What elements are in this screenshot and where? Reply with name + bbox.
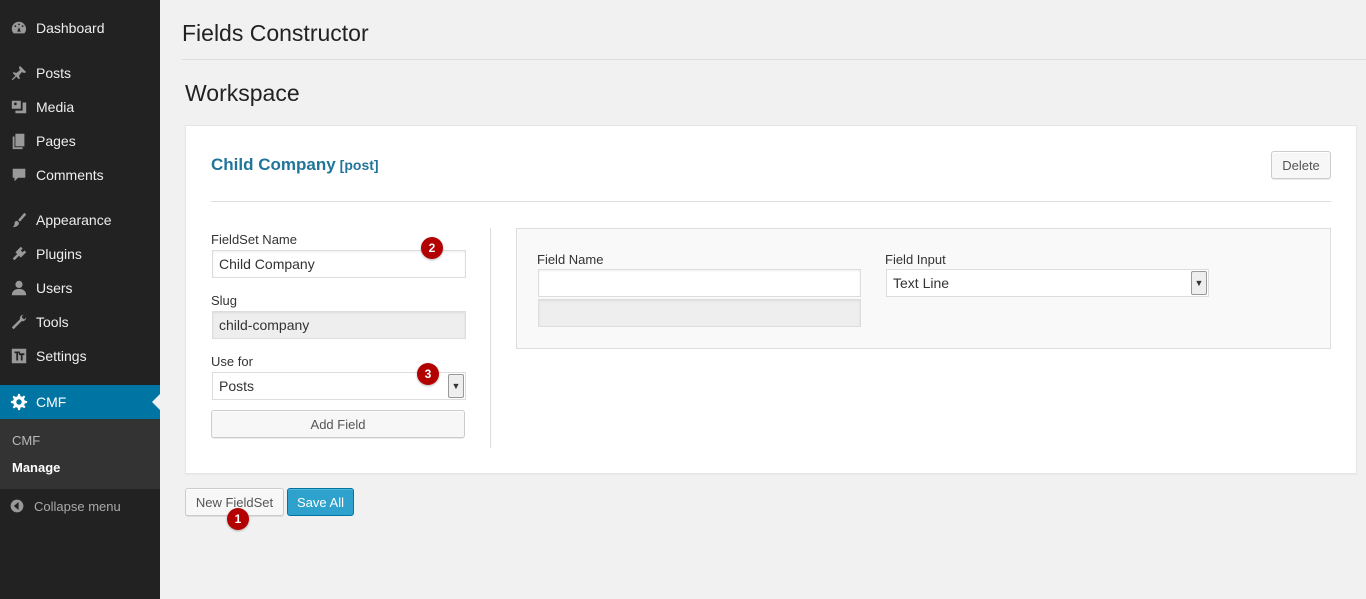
plugin-icon	[0, 245, 36, 263]
field-editor-box: Field Name Field Input Text Line ▼	[516, 228, 1331, 349]
fieldset-title-text: Child Company	[211, 155, 336, 174]
chevron-down-icon[interactable]: ▼	[1191, 271, 1207, 295]
use-for-label: Use for	[211, 354, 253, 369]
save-all-button[interactable]: Save All	[287, 488, 354, 516]
menu-label-pages: Pages	[36, 133, 76, 149]
chevron-down-icon[interactable]: ▼	[448, 374, 464, 398]
menu-item-tools[interactable]: Tools	[0, 305, 160, 339]
collapse-menu-label: Collapse menu	[34, 498, 121, 514]
menu-label-media: Media	[36, 99, 75, 115]
slug-label: Slug	[211, 293, 238, 308]
collapse-menu-button[interactable]: Collapse menu	[0, 495, 160, 517]
menu-item-users[interactable]: Users	[0, 271, 160, 305]
admin-sidebar: Dashboard Posts Media Pages Comments App…	[0, 0, 160, 599]
menu-label-comments: Comments	[36, 167, 104, 183]
menu-item-cmf[interactable]: CMF	[0, 385, 160, 419]
menu-label-settings: Settings	[36, 348, 87, 364]
settings-icon	[0, 347, 36, 365]
menu-item-appearance[interactable]: Appearance	[0, 203, 160, 237]
fieldset-title[interactable]: Child Company [post]	[211, 155, 379, 175]
title-divider	[182, 59, 1366, 60]
pages-icon	[0, 132, 36, 150]
menu-label-dashboard: Dashboard	[36, 20, 105, 36]
menu-label-tools: Tools	[36, 314, 69, 330]
menu-item-pages[interactable]: Pages	[0, 124, 160, 158]
field-input-selected-value: Text Line	[893, 275, 950, 291]
menu-item-posts[interactable]: Posts	[0, 56, 160, 90]
submenu-item-cmf[interactable]: CMF	[12, 433, 40, 448]
pushpin-icon	[0, 64, 36, 82]
menu-item-settings[interactable]: Settings	[0, 339, 160, 373]
field-input-label: Field Input	[885, 252, 946, 267]
field-name-input[interactable]	[538, 269, 861, 297]
media-icon	[0, 98, 36, 116]
slug-input[interactable]: child-company	[212, 311, 466, 339]
annotation-badge-3: 3	[417, 363, 439, 385]
workspace-heading: Workspace	[185, 80, 300, 106]
user-icon	[0, 279, 36, 297]
fieldset-post-type-tag: [post]	[339, 157, 379, 173]
fieldset-name-label: FieldSet Name	[211, 232, 297, 247]
field-input-select[interactable]: Text Line ▼	[886, 269, 1209, 297]
submenu-item-manage[interactable]: Manage	[12, 460, 60, 475]
cmf-submenu: CMF Manage	[0, 419, 160, 489]
menu-label-users: Users	[36, 280, 73, 296]
menu-label-appearance: Appearance	[36, 212, 112, 228]
add-field-button[interactable]: Add Field	[211, 410, 465, 438]
collapse-arrow-icon	[0, 498, 34, 514]
column-divider	[490, 228, 491, 448]
gear-icon	[0, 393, 36, 411]
fieldset-panel: Child Company [post] Delete FieldSet Name…	[185, 125, 1357, 474]
menu-label-plugins: Plugins	[36, 246, 82, 262]
menu-item-dashboard[interactable]: Dashboard	[0, 11, 160, 45]
paintbrush-icon	[0, 211, 36, 229]
page-title: Fields Constructor	[182, 20, 369, 46]
annotation-badge-2: 2	[421, 237, 443, 259]
delete-fieldset-button[interactable]: Delete	[1271, 151, 1331, 179]
menu-label-cmf: CMF	[36, 394, 67, 410]
menu-item-plugins[interactable]: Plugins	[0, 237, 160, 271]
panel-divider	[211, 201, 1331, 202]
use-for-selected-value: Posts	[219, 378, 255, 394]
dashboard-icon	[0, 19, 36, 37]
field-slug-input[interactable]	[538, 299, 861, 327]
menu-item-comments[interactable]: Comments	[0, 158, 160, 192]
comment-icon	[0, 166, 36, 184]
field-name-label: Field Name	[537, 252, 604, 267]
menu-item-media[interactable]: Media	[0, 90, 160, 124]
annotation-badge-1: 1	[227, 508, 249, 530]
wrench-icon	[0, 313, 36, 331]
menu-label-posts: Posts	[36, 65, 72, 81]
